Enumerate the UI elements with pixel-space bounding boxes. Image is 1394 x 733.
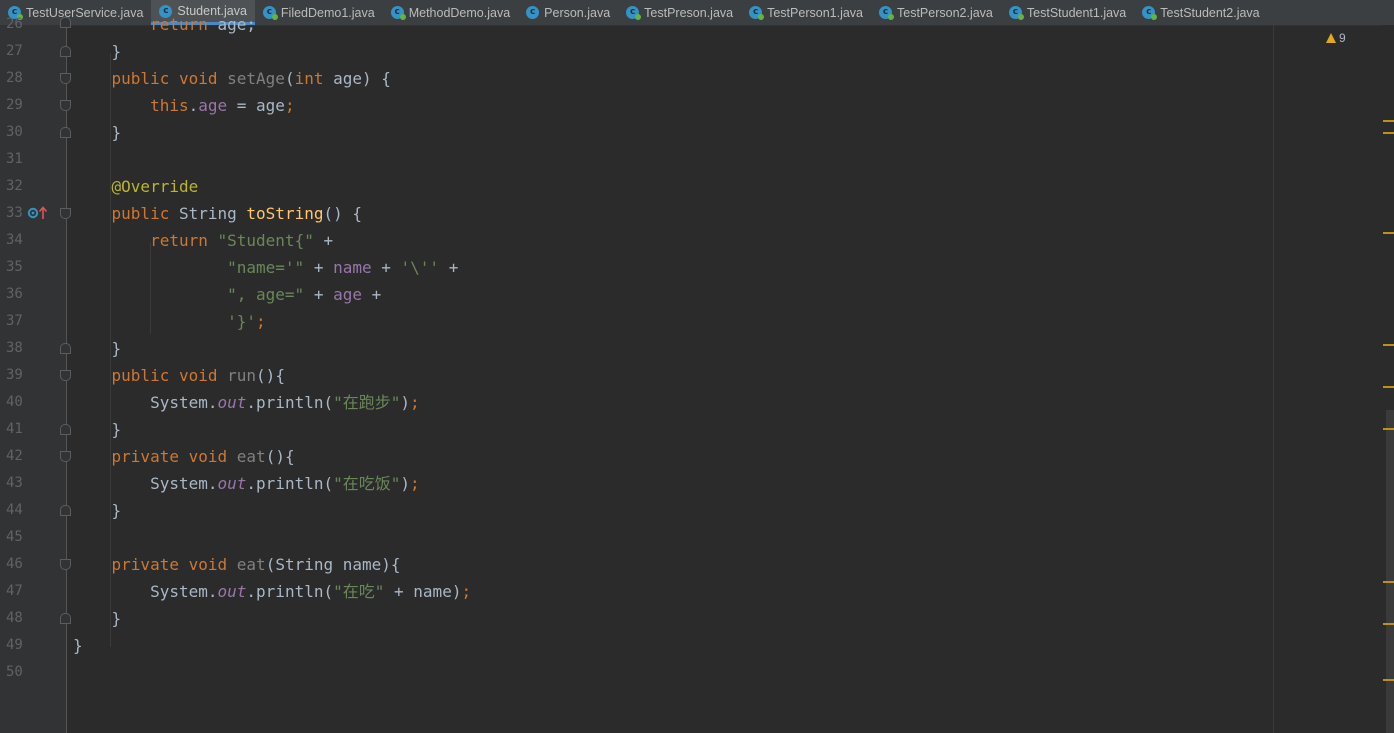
warning-marker[interactable]: [1383, 623, 1394, 625]
warning-marker[interactable]: [1383, 581, 1394, 583]
line-number: 38: [6, 340, 23, 356]
line-number: 44: [6, 502, 23, 518]
code-line-41: }: [111, 420, 122, 439]
line-number: 48: [6, 610, 23, 626]
tab-fileddemo1[interactable]: c FiledDemo1.java: [255, 0, 383, 25]
code-line-35: "name='" + name + '\'' +: [227, 258, 459, 277]
code-line-29: this.age = age;: [150, 96, 295, 115]
code-line-28: public void setAge(int age) {: [111, 69, 391, 88]
code-line-46: private void eat(String name){: [111, 555, 401, 574]
java-class-icon: c: [749, 6, 765, 20]
java-class-icon: c: [526, 6, 540, 19]
line-number: 46: [6, 556, 23, 572]
line-number: 37: [6, 313, 23, 329]
tab-testperson2[interactable]: c TestPerson2.java: [871, 0, 1001, 25]
warning-marker[interactable]: [1383, 232, 1394, 234]
code-line-26: return age;: [150, 15, 257, 34]
tab-teststudent1[interactable]: c TestStudent1.java: [1001, 0, 1134, 25]
java-class-icon: c: [1142, 6, 1158, 20]
right-margin-guide: [1273, 25, 1274, 733]
code-line-27: }: [111, 42, 122, 61]
code-line-30: }: [111, 123, 122, 142]
java-class-icon: c: [1008, 6, 1024, 20]
warning-marker[interactable]: [1383, 679, 1394, 681]
line-number: 43: [6, 475, 23, 491]
line-number: 34: [6, 232, 23, 248]
line-number: 32: [6, 178, 23, 194]
inspection-widget[interactable]: 9: [1326, 31, 1346, 45]
line-number: 49: [6, 637, 23, 653]
code-line-42: private void eat(){: [111, 447, 295, 466]
warning-count: 9: [1339, 31, 1346, 45]
line-number: 40: [6, 394, 23, 410]
line-number: 45: [6, 529, 23, 545]
tab-label: TestPerson1.java: [767, 5, 863, 20]
code-line-44: }: [111, 501, 122, 520]
code-line-37: '}';: [227, 312, 266, 331]
warning-marker[interactable]: [1383, 120, 1394, 122]
tab-label: Person.java: [544, 5, 611, 20]
line-number: 50: [6, 664, 23, 680]
tab-testpreson[interactable]: c TestPreson.java: [618, 0, 741, 25]
tab-label: MethodDemo.java: [408, 5, 511, 20]
code-line-47: System.out.println("在吃" + name);: [150, 582, 472, 601]
tab-methoddemo[interactable]: c MethodDemo.java: [383, 0, 518, 25]
code-line-40: System.out.println("在跑步");: [150, 393, 420, 412]
line-number: 36: [6, 286, 23, 302]
code-editor[interactable]: return age; } public void setAge(int age…: [68, 15, 1394, 733]
tab-label: FiledDemo1.java: [280, 5, 375, 20]
vertical-scrollbar[interactable]: [1386, 410, 1394, 733]
tab-testperson1[interactable]: c TestPerson1.java: [741, 0, 871, 25]
warning-marker[interactable]: [1383, 386, 1394, 388]
line-number: 41: [6, 421, 23, 437]
line-number: 31: [6, 151, 23, 167]
warning-marker[interactable]: [1383, 132, 1394, 134]
java-class-icon: c: [262, 6, 278, 20]
tab-label: TestStudent2.java: [1160, 5, 1260, 20]
code-line-49: }: [73, 636, 83, 655]
code-line-33: public String toString() {: [111, 204, 362, 223]
java-class-icon: c: [626, 6, 642, 20]
line-number-gutter[interactable]: 26 27 28 29 30 31 32 33 34 35 36 37 38 3…: [0, 16, 71, 733]
override-method-icon[interactable]: [27, 206, 47, 220]
warning-marker[interactable]: [1383, 344, 1394, 346]
tab-person[interactable]: c Person.java: [518, 0, 618, 25]
tab-label: TestPreson.java: [644, 5, 734, 20]
line-number: 26: [6, 16, 23, 32]
code-line-48: }: [111, 609, 122, 628]
code-line-43: System.out.println("在吃饭");: [150, 474, 420, 493]
warning-icon: [1326, 33, 1336, 43]
code-line-36: ", age=" + age +: [227, 285, 382, 304]
line-number: 42: [6, 448, 23, 464]
code-line-39: public void run(){: [111, 366, 285, 385]
code-line-32: @Override: [111, 177, 199, 196]
java-class-icon: c: [390, 6, 406, 20]
code-line-38: }: [111, 339, 122, 358]
line-number: 39: [6, 367, 23, 383]
warning-marker[interactable]: [1383, 428, 1394, 430]
tab-teststudent2[interactable]: c TestStudent2.java: [1134, 0, 1267, 25]
line-number: 30: [6, 124, 23, 140]
code-line-34: return "Student{" +: [150, 231, 334, 250]
line-number: 35: [6, 259, 23, 275]
java-class-icon: c: [879, 6, 894, 20]
line-number: 28: [6, 70, 23, 86]
tab-label: TestStudent1.java: [1026, 5, 1127, 20]
line-number: 27: [6, 43, 23, 59]
line-number: 29: [6, 97, 23, 113]
tab-label: TestPerson2.java: [897, 5, 993, 20]
line-number: 47: [6, 583, 23, 599]
